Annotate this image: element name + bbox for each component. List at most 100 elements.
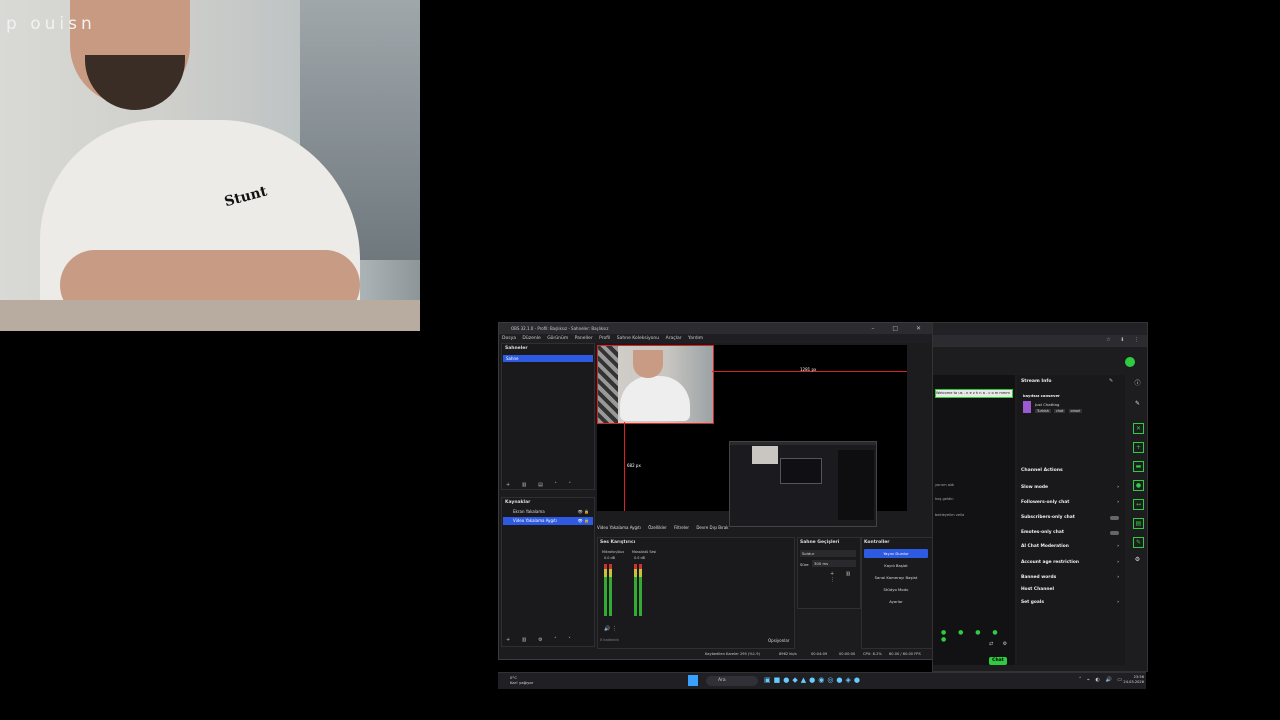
edit-icon[interactable]: ✎ xyxy=(1109,378,1113,384)
action-label: Slow mode xyxy=(1021,485,1048,490)
windows-start-icon[interactable] xyxy=(688,675,698,686)
action-host-channel[interactable]: Host Channel xyxy=(1021,586,1121,594)
action-emotes-only[interactable]: Emotes-only chat xyxy=(1021,529,1121,537)
studio-mode-button[interactable]: Stüdyo Modu xyxy=(864,585,928,594)
info-icon[interactable]: ⓘ xyxy=(1133,379,1142,388)
action-subscribers-only[interactable]: Subscribers-only chat xyxy=(1021,514,1121,522)
eye-lock-icon[interactable]: 👁 🔒 xyxy=(578,517,589,525)
sources-dock: Kaynaklar Ekran Yakalama 👁 🔒 Video Yakal… xyxy=(501,497,595,647)
duration-label: Süre xyxy=(800,562,809,567)
sources-title: Kaynaklar xyxy=(505,500,531,505)
action-ai-moderation[interactable]: AI Chat Moderation › xyxy=(1021,543,1121,551)
tag: Turkish xyxy=(1035,409,1051,413)
close-x-icon[interactable]: ✕ xyxy=(1133,423,1144,434)
archive-icon[interactable]: ▤ xyxy=(1133,518,1144,529)
edit-tool-icon[interactable]: ✎ xyxy=(1133,537,1144,548)
preview-canvas[interactable]: 1281 px 682 px xyxy=(597,345,907,527)
source-item-video-capture[interactable]: Video Yakalama Aygıtı 👁 🔒 xyxy=(503,517,593,525)
action-slow-mode[interactable]: Slow mode › xyxy=(1021,484,1121,492)
weather-widget[interactable]: 0°C Kar! yağıyor xyxy=(510,675,533,685)
audio-mixer-dock: Ses Karıştırıcı Mikrofon/Aux 0.0 dB Masa… xyxy=(597,537,795,649)
stop-streaming-button[interactable]: Yayını Durdur xyxy=(864,549,928,558)
taskbar-app-icons[interactable]: ▣■●◆▲●◉◎●◈● xyxy=(764,676,863,684)
obs-menubar: Dosya Düzenle Görünüm Paneller Profil Sa… xyxy=(499,334,933,343)
browser-window: ☆ ⬇ ⋮ Welcome to us - n e z h n a . c o … xyxy=(932,322,1148,672)
action-banned-words[interactable]: Banned words › xyxy=(1021,574,1121,582)
mixer-channel-name: Masaüstü Sesi xyxy=(632,550,657,554)
menu-view[interactable]: Görünüm xyxy=(547,336,568,341)
chat-message: hoş geldin xyxy=(935,497,954,501)
plus-icon[interactable]: + xyxy=(1133,442,1144,453)
chat-send-button[interactable]: Chat xyxy=(989,657,1007,665)
category-thumbnail xyxy=(1023,401,1031,413)
start-virtual-camera-button[interactable]: Sanal Kamerayı Başlat xyxy=(864,573,928,582)
resize-icon[interactable]: ↔ xyxy=(1133,499,1144,510)
menu-profile[interactable]: Profil xyxy=(599,336,610,341)
menu-help[interactable]: Yardım xyxy=(688,336,703,341)
trash-icon[interactable]: ▬ xyxy=(1133,461,1144,472)
cpu-usage: CPU: 8.2% xyxy=(863,652,882,656)
scene-toolbar[interactable]: + ▥ ▤ ˄ ˅ xyxy=(506,482,576,488)
person-beard xyxy=(85,55,185,110)
transition-toolbar[interactable]: + ▥ ⋮ xyxy=(830,571,860,583)
system-tray-icons[interactable]: ˄ ⌁ ◐ 🔊 ▭ xyxy=(1079,677,1124,683)
obs-window: OBS 32.1.0 - Profil: Başlıksız - Sahnele… xyxy=(498,322,934,660)
menu-docks[interactable]: Paneller xyxy=(575,336,593,341)
action-label: AI Chat Moderation xyxy=(1021,544,1069,549)
menu-tools[interactable]: Araçlar xyxy=(666,336,682,341)
toggle[interactable] xyxy=(1110,516,1119,520)
deactivate-button[interactable]: Devre Dışı Bırak xyxy=(696,523,728,533)
action-set-goals[interactable]: Set goals › xyxy=(1021,599,1121,607)
duration-input[interactable]: 300 ms xyxy=(812,560,856,567)
preview-webcam-source[interactable] xyxy=(597,345,714,424)
action-followers-only[interactable]: Followers-only chat › xyxy=(1021,499,1121,507)
pencil-icon[interactable]: ✎ xyxy=(1133,399,1142,408)
hatch-pattern xyxy=(598,346,618,423)
maximize-button[interactable]: □ xyxy=(892,325,906,332)
minimize-button[interactable]: – xyxy=(871,325,882,332)
nested-webcam xyxy=(752,446,778,464)
fps-readout: 60.00 / 60.00 FPS xyxy=(889,652,921,656)
nested-panel xyxy=(838,450,874,520)
taskbar-search[interactable]: Ara xyxy=(706,676,758,686)
settings-button[interactable]: Ayarlar xyxy=(864,597,928,606)
webcam-overlay-text: p ouisn xyxy=(6,14,96,34)
clock-date: 24.03.2026 xyxy=(1123,680,1144,684)
context-source-name: Video Yakalama Aygıtı xyxy=(597,525,641,530)
browser-toolbar-icons[interactable]: ☆ ⬇ ⋮ xyxy=(1106,337,1143,343)
eye-lock-icon[interactable]: 👁 🔒 xyxy=(578,508,589,516)
source-item-screen-capture[interactable]: Ekran Yakalama 👁 🔒 xyxy=(503,508,593,516)
menu-file[interactable]: Dosya xyxy=(502,336,516,341)
start-recording-button[interactable]: Kaydı Başlat xyxy=(864,561,928,570)
mixer-title: Ses Karıştırıcı xyxy=(600,540,636,545)
scene-item[interactable]: Sahne xyxy=(503,355,593,362)
filters-button[interactable]: Filtreler xyxy=(674,523,689,533)
chat-tools-icons[interactable]: ⇄ ⚙ xyxy=(989,641,1011,647)
obs-statusbar: Kaybedilen Kareler 295 (%1.9) 8962 kb/s … xyxy=(499,649,933,659)
profile-avatar[interactable] xyxy=(1125,357,1135,367)
audio-meter xyxy=(604,564,607,616)
stream-category: Just Chatting xyxy=(1035,402,1060,407)
gear-icon[interactable]: ⚙ xyxy=(1133,555,1142,564)
taskbar-clock[interactable]: 23:56 24.03.2026 xyxy=(1123,675,1144,685)
preview-screen-capture[interactable] xyxy=(729,441,877,527)
action-account-age[interactable]: Account age restriction › xyxy=(1021,559,1121,567)
properties-button[interactable]: Özellikler xyxy=(648,523,667,533)
toggle[interactable] xyxy=(1110,531,1119,535)
browser-toolbar: ☆ ⬇ ⋮ xyxy=(933,335,1147,347)
obs-titlebar: OBS 32.1.0 - Profil: Başlıksız - Sahnele… xyxy=(499,323,933,334)
mute-icon[interactable]: 🔊 ⋮ xyxy=(604,626,617,632)
mixer-channel-level: 0.0 dB xyxy=(634,556,645,560)
options-button[interactable]: Opsiyonlar xyxy=(768,638,789,643)
dropped-frames: Kaybedilen Kareler 295 (%1.9) xyxy=(705,652,760,656)
mixer-channel-name: Mikrofon/Aux xyxy=(602,550,625,554)
menu-edit[interactable]: Düzenle xyxy=(522,336,540,341)
webcam-feed: Stunt p ouisn xyxy=(0,0,420,331)
menu-scene-collection[interactable]: Sahne Koleksiyonu xyxy=(617,336,659,341)
source-toolbar[interactable]: + ▥ ⚙ ˄ ˅ xyxy=(506,637,576,643)
height-guide-label: 682 px xyxy=(627,463,641,468)
transition-select[interactable]: Soldur xyxy=(800,550,856,557)
controls-title: Kontroller xyxy=(864,540,890,545)
close-button[interactable]: ✕ xyxy=(916,325,929,332)
chat-icon[interactable]: ● xyxy=(1133,480,1144,491)
